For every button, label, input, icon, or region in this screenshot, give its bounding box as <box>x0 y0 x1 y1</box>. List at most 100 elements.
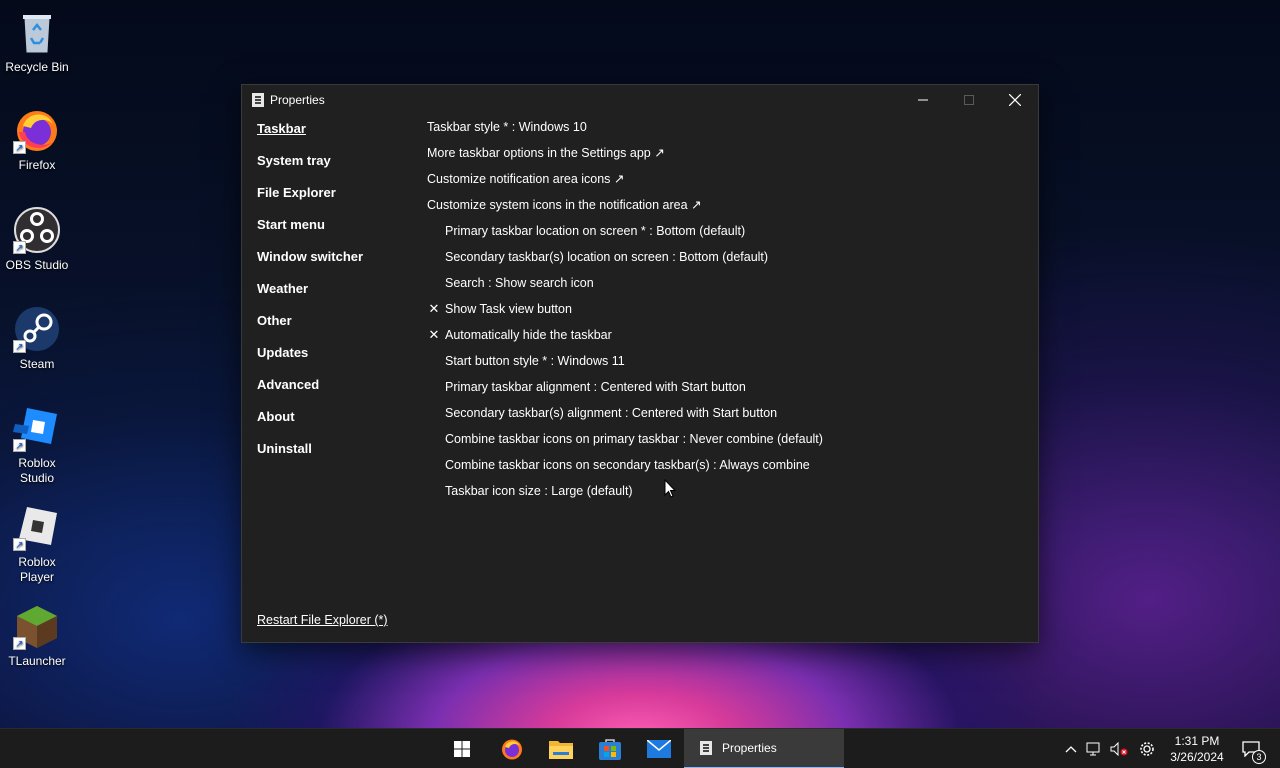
link-more-taskbar-options[interactable]: More taskbar options in the Settings app… <box>427 145 1027 171</box>
clock-date: 3/26/2024 <box>1170 750 1224 764</box>
desktop-icon-roblox-studio[interactable]: ↗ Roblox Studio <box>0 404 74 486</box>
setting-taskbar-style[interactable]: Taskbar style * : Windows 10 <box>427 119 1027 145</box>
toggle-show-task-view[interactable]: ✕ Show Task view button <box>427 301 1027 327</box>
sidebar-item-uninstall[interactable]: Uninstall <box>257 441 417 473</box>
firefox-icon: ↗ <box>13 106 61 154</box>
sidebar-item-file-explorer[interactable]: File Explorer <box>257 185 417 217</box>
clock[interactable]: 1:31 PM 3/26/2024 <box>1164 733 1230 765</box>
sidebar-item-system-tray[interactable]: System tray <box>257 153 417 185</box>
desktop-icon-label: Recycle Bin <box>5 60 69 74</box>
roblox-studio-icon: ↗ <box>13 404 61 452</box>
sidebar-item-updates[interactable]: Updates <box>257 345 417 377</box>
desktop-icon-steam[interactable]: ↗ Steam <box>0 305 74 372</box>
setting-search[interactable]: Search : Show search icon <box>427 275 1027 301</box>
desktop-icon-roblox-player[interactable]: ↗ Roblox Player <box>0 503 74 585</box>
sidebar-item-start-menu[interactable]: Start menu <box>257 217 417 249</box>
setting-combine-primary[interactable]: Combine taskbar icons on primary taskbar… <box>427 431 1027 457</box>
maximize-icon <box>964 95 974 105</box>
clock-time: 1:31 PM <box>1174 734 1220 748</box>
desktop-icon-label: Steam <box>19 357 55 371</box>
mouse-cursor-icon <box>664 478 677 503</box>
notification-center-button[interactable]: 3 <box>1236 729 1266 768</box>
recycle-bin-icon <box>13 8 61 56</box>
taskbar: Properties 1:31 PM 3/26/2024 3 <box>0 728 1280 768</box>
firefox-icon <box>502 739 522 760</box>
desktop-icon-label: Roblox Studio <box>18 456 56 485</box>
shortcut-arrow-icon: ↗ <box>13 439 26 452</box>
sidebar-item-taskbar[interactable]: Taskbar <box>257 121 417 153</box>
settings-button[interactable] <box>1132 741 1162 757</box>
store-icon <box>599 739 621 760</box>
sidebar-item-other[interactable]: Other <box>257 313 417 345</box>
toggle-auto-hide-taskbar[interactable]: ✕ Automatically hide the taskbar <box>427 327 1027 353</box>
roblox-player-icon: ↗ <box>13 503 61 551</box>
link-customize-notification-icons[interactable]: Customize notification area icons ↗ <box>427 171 1027 197</box>
checked-icon: ✕ <box>428 327 440 342</box>
desktop-icon-label: TLauncher <box>8 654 66 668</box>
setting-secondary-taskbar-location[interactable]: Secondary taskbar(s) location on screen … <box>427 249 1027 275</box>
sidebar-item-weather[interactable]: Weather <box>257 281 417 313</box>
setting-icon-size[interactable]: Taskbar icon size : Large (default) <box>427 483 1027 509</box>
system-tray <box>1062 729 1162 768</box>
setting-start-button-style[interactable]: Start button style * : Windows 11 <box>427 353 1027 379</box>
setting-primary-taskbar-location[interactable]: Primary taskbar location on screen * : B… <box>427 223 1027 249</box>
taskbar-mail[interactable] <box>642 729 676 768</box>
shortcut-arrow-icon: ↗ <box>13 241 26 254</box>
chevron-up-icon <box>1065 746 1077 753</box>
notification-count-badge: 3 <box>1252 750 1266 764</box>
taskbar-app-label: Properties <box>722 741 777 755</box>
volume-button[interactable] <box>1106 742 1132 756</box>
window-controls <box>900 85 1038 115</box>
tlauncher-icon: ↗ <box>13 602 61 650</box>
desktop-icon-label: OBS Studio <box>5 258 69 272</box>
title-bar[interactable]: Properties <box>242 85 1038 115</box>
tray-overflow-button[interactable] <box>1062 745 1080 753</box>
taskbar-store[interactable] <box>593 729 627 768</box>
desktop-icon-firefox[interactable]: ↗ Firefox <box>0 106 74 173</box>
start-icon <box>454 741 470 757</box>
setting-primary-alignment[interactable]: Primary taskbar alignment : Centered wit… <box>427 379 1027 405</box>
desktop-icon-label: Firefox <box>18 158 56 172</box>
properties-app-icon <box>252 93 264 107</box>
desktop-icon-recycle-bin[interactable]: Recycle Bin <box>0 8 74 75</box>
shortcut-arrow-icon: ↗ <box>13 340 26 353</box>
window-title: Properties <box>270 93 325 107</box>
desktop-icon-label: Roblox Player <box>18 555 56 584</box>
start-button[interactable] <box>445 729 479 768</box>
sidebar-item-about[interactable]: About <box>257 409 417 441</box>
obs-icon: ↗ <box>13 206 61 254</box>
shortcut-arrow-icon: ↗ <box>13 141 26 154</box>
taskbar-firefox[interactable] <box>495 729 529 768</box>
shortcut-arrow-icon: ↗ <box>13 538 26 551</box>
mail-icon <box>647 740 671 758</box>
maximize-button[interactable] <box>946 85 992 115</box>
properties-app-icon <box>700 741 712 755</box>
close-button[interactable] <box>992 85 1038 115</box>
close-icon <box>1009 94 1021 106</box>
toggle-label: Automatically hide the taskbar <box>445 328 612 342</box>
steam-icon: ↗ <box>13 305 61 353</box>
desktop-icon-tlauncher[interactable]: ↗ TLauncher <box>0 602 74 669</box>
link-customize-system-icons[interactable]: Customize system icons in the notificati… <box>427 197 1027 223</box>
network-icon <box>1086 742 1100 756</box>
setting-combine-secondary[interactable]: Combine taskbar icons on secondary taskb… <box>427 457 1027 483</box>
minimize-icon <box>918 99 928 101</box>
checked-icon: ✕ <box>428 301 440 316</box>
sidebar-item-window-switcher[interactable]: Window switcher <box>257 249 417 281</box>
properties-window: Properties Taskbar System tray File Expl… <box>241 84 1039 643</box>
shortcut-arrow-icon: ↗ <box>13 637 26 650</box>
toggle-label: Show Task view button <box>445 302 572 316</box>
desktop-icon-obs-studio[interactable]: ↗ OBS Studio <box>0 206 74 273</box>
restart-file-explorer-link[interactable]: Restart File Explorer (*) <box>257 613 388 627</box>
taskbar-file-explorer[interactable] <box>544 729 578 768</box>
network-button[interactable] <box>1080 742 1106 756</box>
gear-icon <box>1140 742 1154 756</box>
minimize-button[interactable] <box>900 85 946 115</box>
volume-muted-icon <box>1110 742 1128 756</box>
settings-sidebar: Taskbar System tray File Explorer Start … <box>257 121 417 473</box>
taskbar-app-properties[interactable]: Properties <box>684 729 844 768</box>
file-explorer-icon <box>549 741 573 759</box>
setting-secondary-alignment[interactable]: Secondary taskbar(s) alignment : Centere… <box>427 405 1027 431</box>
settings-list: Taskbar style * : Windows 10 More taskba… <box>427 119 1027 509</box>
sidebar-item-advanced[interactable]: Advanced <box>257 377 417 409</box>
